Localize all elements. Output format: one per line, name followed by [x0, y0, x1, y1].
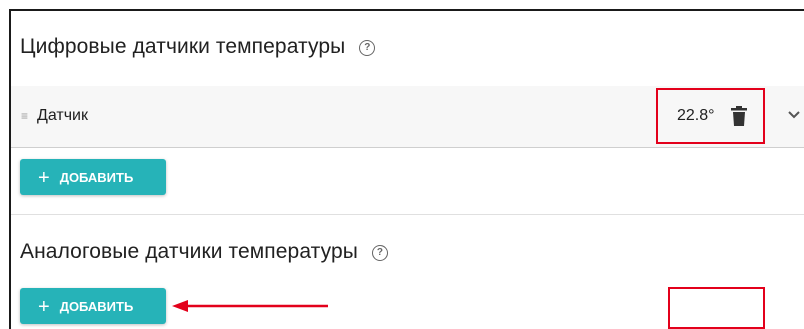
arrow-annotation-icon	[172, 300, 328, 312]
help-icon[interactable]: ?	[359, 40, 376, 56]
drag-handle-icon[interactable]: ≡	[21, 110, 28, 122]
plus-icon: +	[38, 167, 50, 189]
highlight-box-value	[656, 88, 765, 144]
plus-icon: +	[38, 296, 50, 318]
analog-sensors-title-text: Аналоговые датчики температуры	[20, 240, 358, 263]
highlight-box-empty	[668, 287, 765, 329]
digital-sensors-title: Цифровые датчики температуры?	[20, 35, 376, 59]
add-button-label: ДОБАВИТЬ	[59, 170, 134, 185]
add-digital-sensor-button[interactable]: + ДОБАВИТЬ	[20, 159, 166, 195]
add-button-label: ДОБАВИТЬ	[59, 299, 134, 314]
chevron-down-icon[interactable]	[787, 110, 801, 120]
section-divider	[11, 214, 804, 215]
sensor-name: Датчик	[37, 107, 88, 124]
help-icon[interactable]: ?	[371, 245, 388, 261]
add-analog-sensor-button[interactable]: + ДОБАВИТЬ	[20, 288, 166, 324]
digital-sensors-title-text: Цифровые датчики температуры	[20, 35, 346, 58]
analog-sensors-title: Аналоговые датчики температуры?	[20, 240, 388, 264]
